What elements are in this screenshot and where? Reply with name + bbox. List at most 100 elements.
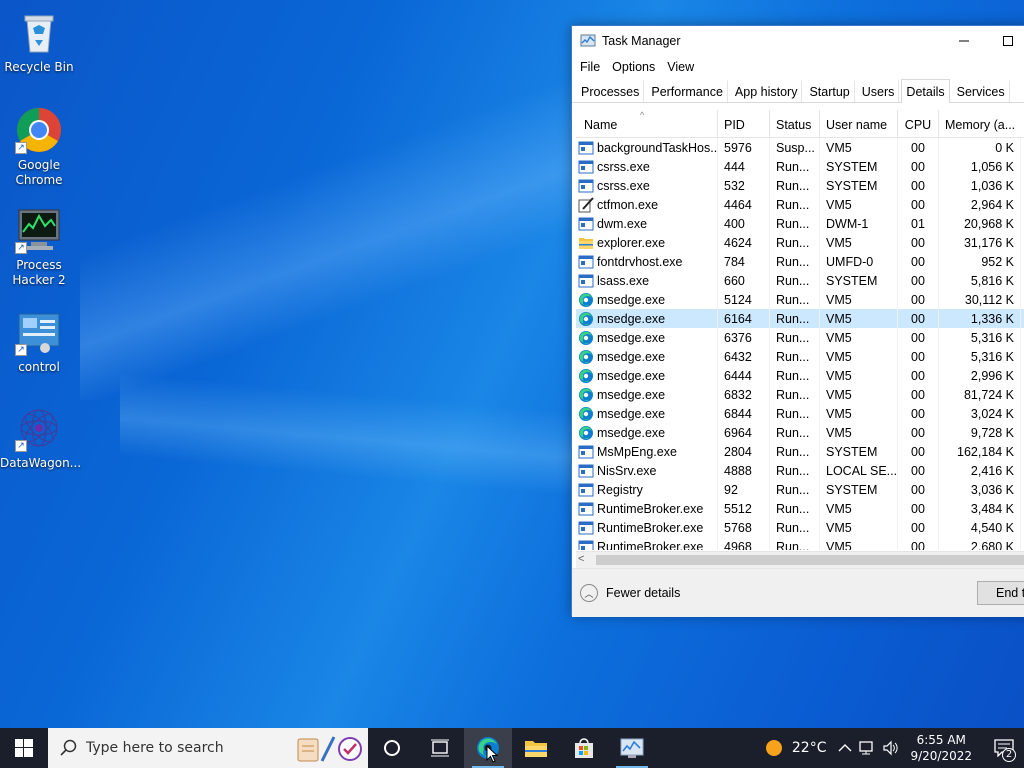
process-name: msedge.exe	[597, 387, 666, 402]
action-center-button[interactable]: 2	[984, 728, 1024, 768]
user-name-cell: VM5	[820, 499, 898, 518]
pid-cell: 2804	[718, 442, 770, 461]
table-row[interactable]: fontdrvhost.exe 784 Run... UMFD-0 00 952 K	[576, 252, 1024, 271]
volume-icon[interactable]	[882, 740, 900, 756]
table-row[interactable]: msedge.exe 6164 Run... VM5 00 1,336 K	[576, 309, 1024, 328]
table-row[interactable]: RuntimeBroker.exe 4968 Run... VM5 00 2,680 K	[576, 537, 1024, 550]
table-header: ^ Name PID Status User name CPU Memory (…	[576, 110, 1024, 138]
tab-performance[interactable]: Performance	[646, 80, 728, 102]
table-row[interactable]: MsMpEng.exe 2804 Run... SYSTEM 00 162,184 K	[576, 442, 1024, 461]
table-row[interactable]: msedge.exe 5124 Run... VM5 00 30,112 K	[576, 290, 1024, 309]
tab-startup[interactable]: Startup	[804, 80, 855, 102]
scrollbar-thumb[interactable]	[596, 555, 1024, 565]
tab-details[interactable]: Details	[901, 79, 950, 103]
taskbar-task-manager[interactable]	[608, 728, 656, 768]
process-name-cell: msedge.exe	[576, 404, 718, 423]
column-header-memory[interactable]: Memory (a...	[939, 110, 1024, 138]
menu-file[interactable]: File	[574, 60, 606, 74]
desktop-icon-datawagon[interactable]: ↗ DataWagon...	[0, 404, 81, 471]
table-row[interactable]: msedge.exe 6376 Run... VM5 00 5,316 K	[576, 328, 1024, 347]
chevron-up-icon[interactable]	[838, 743, 852, 753]
table-row[interactable]: msedge.exe 6832 Run... VM5 00 81,724 K	[576, 385, 1024, 404]
horizontal-scrollbar[interactable]: <	[576, 551, 1024, 568]
minimize-button[interactable]	[942, 26, 986, 56]
cpu-cell: 00	[898, 309, 939, 328]
column-header-name[interactable]: Name	[576, 110, 718, 138]
tab-services[interactable]: Services	[952, 80, 1010, 102]
table-row[interactable]: lsass.exe 660 Run... SYSTEM 00 5,816 K	[576, 271, 1024, 290]
table-row[interactable]: dwm.exe 400 Run... DWM-1 01 20,968 K	[576, 214, 1024, 233]
scroll-left-icon[interactable]: <	[578, 553, 584, 565]
menu-view[interactable]: View	[661, 60, 700, 74]
pid-cell: 5768	[718, 518, 770, 537]
edge-icon	[578, 368, 594, 384]
desktop-icon-google-chrome[interactable]: ↗ Google Chrome	[0, 106, 78, 188]
cortana-circle-icon	[384, 740, 400, 756]
clock-date: 9/20/2022	[910, 749, 972, 763]
table-row[interactable]: msedge.exe 6432 Run... VM5 00 5,316 K	[576, 347, 1024, 366]
process-name-cell: msedge.exe	[576, 366, 718, 385]
desktop-icon-recycle-bin[interactable]: Recycle Bin	[0, 8, 78, 75]
app-window-icon	[578, 273, 594, 289]
table-row[interactable]: csrss.exe 444 Run... SYSTEM 00 1,056 K	[576, 157, 1024, 176]
weather-temperature[interactable]: 22°C	[792, 740, 827, 756]
table-row[interactable]: backgroundTaskHos... 5976 Susp... VM5 00 0 K	[576, 138, 1024, 157]
table-row[interactable]: msedge.exe 6444 Run... VM5 00 2,996 K	[576, 366, 1024, 385]
table-row[interactable]: RuntimeBroker.exe 5512 Run... VM5 00 3,484 K	[576, 499, 1024, 518]
column-header-cpu[interactable]: CPU	[898, 110, 939, 138]
menu-options[interactable]: Options	[606, 60, 661, 74]
taskbar-edge[interactable]	[464, 728, 512, 768]
table-row[interactable]: RuntimeBroker.exe 5768 Run... VM5 00 4,540 K	[576, 518, 1024, 537]
table-row[interactable]: ctfmon.exe 4464 Run... VM5 00 2,964 K	[576, 195, 1024, 214]
status-cell: Run...	[770, 480, 820, 499]
tab-processes[interactable]: Processes	[576, 80, 645, 102]
process-name: msedge.exe	[597, 292, 666, 307]
table-row[interactable]: explorer.exe 4624 Run... VM5 00 31,176 K	[576, 233, 1024, 252]
title-bar[interactable]: Task Manager	[572, 26, 1024, 56]
column-header-pid[interactable]: PID	[718, 110, 770, 138]
app-window-icon	[578, 216, 594, 232]
cortana-button[interactable]	[368, 728, 416, 768]
fewer-details-button[interactable]: ︿ Fewer details	[580, 584, 680, 602]
end-task-button[interactable]: End t	[977, 581, 1024, 605]
table-row[interactable]: Registry 92 Run... SYSTEM 00 3,036 K	[576, 480, 1024, 499]
status-cell: Run...	[770, 499, 820, 518]
desktop-icon-control[interactable]: ↗ control	[0, 308, 78, 375]
table-row[interactable]: NisSrv.exe 4888 Run... LOCAL SE... 00 2,416 K	[576, 461, 1024, 480]
search-box[interactable]: Type here to search	[48, 728, 368, 768]
tab-users[interactable]: Users	[857, 80, 900, 102]
taskbar-microsoft-store[interactable]	[560, 728, 608, 768]
process-name: dwm.exe	[597, 216, 648, 231]
memory-cell: 31,176 K	[939, 233, 1021, 252]
task-view-button[interactable]	[416, 728, 464, 768]
memory-cell: 952 K	[939, 252, 1021, 271]
status-cell: Run...	[770, 214, 820, 233]
table-row[interactable]: msedge.exe 6964 Run... VM5 00 9,728 K	[576, 423, 1024, 442]
status-cell: Run...	[770, 309, 820, 328]
weather-sun-icon[interactable]	[764, 738, 784, 758]
cpu-cell: 00	[898, 195, 939, 214]
table-row[interactable]: msedge.exe 6844 Run... VM5 00 3,024 K	[576, 404, 1024, 423]
maximize-button[interactable]	[986, 26, 1024, 56]
column-header-user-name[interactable]: User name	[820, 110, 898, 138]
user-name-cell: VM5	[820, 138, 898, 157]
pid-cell: 6964	[718, 423, 770, 442]
memory-cell: 3,024 K	[939, 404, 1021, 423]
memory-cell: 81,724 K	[939, 385, 1021, 404]
app-window-icon	[578, 178, 594, 194]
clock[interactable]: 6:55 AM 9/20/2022	[910, 732, 972, 764]
network-icon[interactable]	[858, 740, 876, 756]
table-row[interactable]: csrss.exe 532 Run... SYSTEM 00 1,036 K	[576, 176, 1024, 195]
desktop-icon-process-hacker[interactable]: ↗ Process Hacker 2	[0, 206, 78, 288]
user-name-cell: SYSTEM	[820, 442, 898, 461]
pid-cell: 6444	[718, 366, 770, 385]
memory-cell: 162,184 K	[939, 442, 1021, 461]
column-header-status[interactable]: Status	[770, 110, 820, 138]
desktop-icon-label: Google Chrome	[15, 158, 63, 187]
start-button[interactable]	[0, 728, 48, 768]
datawagon-icon: ↗	[15, 404, 63, 452]
tab-app-history[interactable]: App history	[730, 80, 803, 102]
cpu-cell: 00	[898, 480, 939, 499]
taskbar-file-explorer[interactable]	[512, 728, 560, 768]
fewer-details-label: Fewer details	[606, 586, 681, 600]
